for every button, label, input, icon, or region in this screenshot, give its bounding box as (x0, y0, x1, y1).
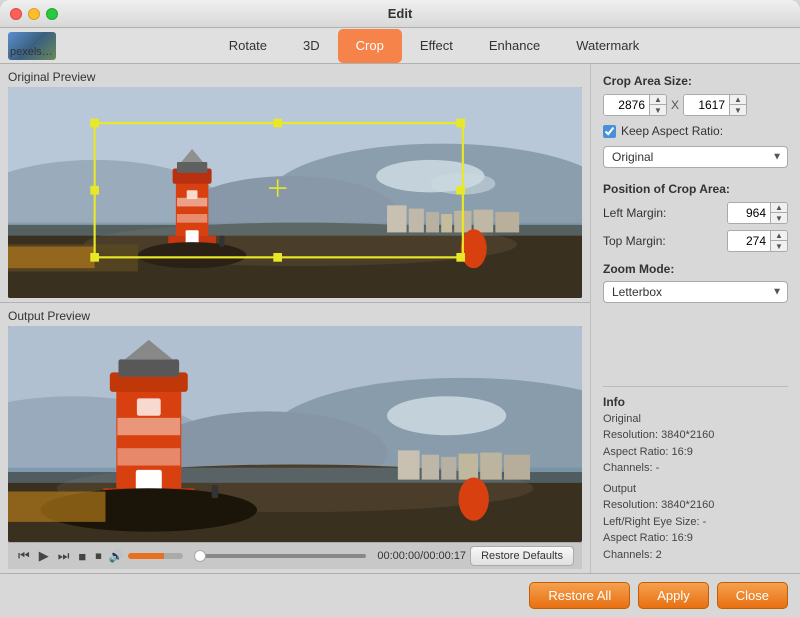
top-margin-input-wrap: ▲ ▼ (727, 230, 788, 252)
zoom-mode-select-wrap: Letterbox Pan & Scan Full ▼ (603, 281, 788, 303)
action-bar: Restore All Apply Close (0, 573, 800, 617)
info-output-title: Output (603, 481, 788, 498)
close-button[interactable]: Close (717, 582, 788, 609)
output-preview-label: Output Preview (8, 309, 582, 323)
info-output-aspect: Aspect Ratio: 16:9 (603, 530, 788, 547)
dimension-separator: X (671, 98, 679, 112)
info-original-title: Original (603, 411, 788, 428)
skip-end-button[interactable]: ⏹ (93, 546, 104, 566)
top-margin-up-button[interactable]: ▲ (771, 231, 787, 241)
original-preview-image (8, 87, 582, 298)
height-input-wrap: ▲ ▼ (683, 94, 747, 116)
output-preview-image (8, 326, 582, 542)
stop-button[interactable]: ■ (76, 547, 88, 566)
top-margin-spinners: ▲ ▼ (770, 231, 787, 251)
height-input[interactable] (684, 95, 729, 115)
thumbnail-label: pexels-gyl... (10, 46, 54, 58)
volume-icon: 🔊 (109, 549, 124, 563)
left-margin-input-wrap: ▲ ▼ (727, 202, 788, 224)
zoom-mode-label: Zoom Mode: (603, 262, 788, 276)
close-button[interactable] (10, 8, 22, 20)
info-section: Info Original Resolution: 3840*2160 Aspe… (603, 386, 788, 564)
restore-defaults-button[interactable]: Restore Defaults (470, 546, 574, 566)
keep-aspect-ratio-row: Keep Aspect Ratio: (603, 124, 788, 138)
height-up-button[interactable]: ▲ (730, 95, 746, 105)
tab-3d[interactable]: 3D (285, 29, 338, 63)
minimize-button[interactable] (28, 8, 40, 20)
tab-rotate[interactable]: Rotate (211, 29, 285, 63)
info-original-aspect: Aspect Ratio: 16:9 (603, 444, 788, 461)
progress-bar[interactable] (194, 554, 367, 558)
left-margin-spinners: ▲ ▼ (770, 203, 787, 223)
right-panel: Crop Area Size: ▲ ▼ X ▲ ▼ (590, 64, 800, 573)
output-preview-section: Output Preview (0, 303, 590, 573)
info-original-resolution: Resolution: 3840*2160 (603, 427, 788, 444)
info-original-channels: Channels: - (603, 460, 788, 477)
crop-area-size-label: Crop Area Size: (603, 74, 788, 88)
skip-back-button[interactable]: ⏮ (16, 546, 32, 566)
position-label: Position of Crop Area: (603, 182, 788, 196)
info-title: Info (603, 395, 788, 409)
keep-aspect-ratio-label: Keep Aspect Ratio: (621, 124, 723, 138)
width-up-button[interactable]: ▲ (650, 95, 666, 105)
original-preview-section: Original Preview (0, 64, 590, 302)
step-forward-button[interactable]: ⏭ (56, 546, 72, 566)
width-input[interactable] (604, 95, 649, 115)
zoom-mode-select[interactable]: Letterbox Pan & Scan Full (603, 281, 788, 303)
crop-size-row: ▲ ▼ X ▲ ▼ (603, 94, 788, 116)
info-output-eye-size: Left/Right Eye Size: - (603, 514, 788, 531)
playback-controls-row: ⏮ ▶ ⏭ ■ ⏹ 🔊 00:00:00/00:00:17 Restore De… (8, 542, 582, 569)
restore-all-button[interactable]: Restore All (529, 582, 630, 609)
output-preview-frame (8, 326, 582, 542)
aspect-ratio-select[interactable]: Original 16:9 4:3 1:1 Custom (603, 146, 788, 168)
maximize-button[interactable] (46, 8, 58, 20)
left-margin-label: Left Margin: (603, 206, 666, 220)
title-bar: Edit (0, 0, 800, 28)
top-margin-label: Top Margin: (603, 234, 666, 248)
info-output-resolution: Resolution: 3840*2160 (603, 497, 788, 514)
tabs-container: Rotate 3D Crop Effect Enhance Watermark (68, 29, 800, 63)
preview-panel: Original Preview (0, 64, 590, 573)
tab-watermark[interactable]: Watermark (558, 29, 657, 63)
window-title: Edit (388, 6, 413, 21)
left-margin-down-button[interactable]: ▼ (771, 213, 787, 223)
main-content: Original Preview (0, 64, 800, 573)
tab-effect[interactable]: Effect (402, 29, 471, 63)
height-down-button[interactable]: ▼ (730, 105, 746, 115)
play-button[interactable]: ▶ (37, 546, 51, 566)
traffic-lights (10, 8, 58, 20)
top-margin-row: Top Margin: ▲ ▼ (603, 230, 788, 252)
tab-enhance[interactable]: Enhance (471, 29, 558, 63)
keep-aspect-ratio-checkbox[interactable] (603, 125, 616, 138)
width-input-wrap: ▲ ▼ (603, 94, 667, 116)
volume-control: 🔊 (109, 549, 183, 563)
top-margin-input[interactable] (728, 231, 770, 251)
width-spinners: ▲ ▼ (649, 95, 666, 115)
left-margin-row: Left Margin: ▲ ▼ (603, 202, 788, 224)
original-preview-label: Original Preview (8, 70, 582, 84)
apply-button[interactable]: Apply (638, 582, 709, 609)
volume-slider[interactable] (128, 553, 183, 559)
original-preview-frame (8, 87, 582, 298)
top-margin-down-button[interactable]: ▼ (771, 241, 787, 251)
time-display: 00:00:00/00:00:17 (377, 550, 466, 562)
left-margin-up-button[interactable]: ▲ (771, 203, 787, 213)
tab-crop[interactable]: Crop (338, 29, 402, 63)
info-output-channels: Channels: 2 (603, 547, 788, 564)
zoom-mode-section: Zoom Mode: Letterbox Pan & Scan Full ▼ (603, 262, 788, 313)
file-thumbnail[interactable]: pexels-gyl... (8, 32, 56, 60)
left-margin-input[interactable] (728, 203, 770, 223)
tab-bar: pexels-gyl... Rotate 3D Crop Effect Enha… (0, 28, 800, 64)
progress-thumb[interactable] (194, 550, 206, 562)
aspect-ratio-select-wrap: Original 16:9 4:3 1:1 Custom ▼ (603, 146, 788, 168)
height-spinners: ▲ ▼ (729, 95, 746, 115)
width-down-button[interactable]: ▼ (650, 105, 666, 115)
